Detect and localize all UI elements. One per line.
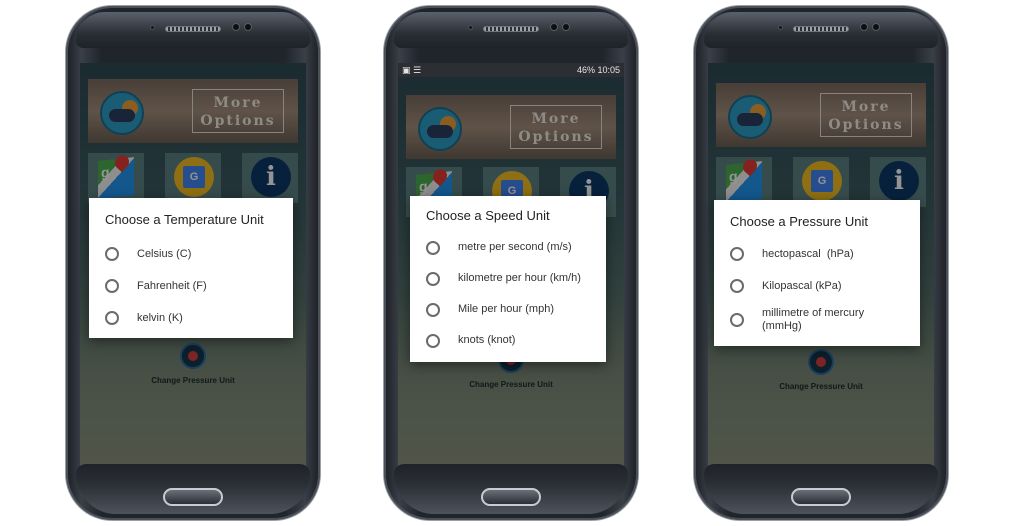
change-pressure-unit-label: Change Pressure Unit bbox=[779, 382, 863, 391]
speed-unit-dialog: Choose a Speed Unit metre per second (m/… bbox=[410, 196, 606, 362]
more-options-button[interactable]: More Options bbox=[192, 89, 284, 133]
radio-button[interactable] bbox=[730, 247, 744, 261]
google-maps-icon: g bbox=[98, 152, 134, 199]
dialog-title: Choose a Pressure Unit bbox=[730, 214, 869, 229]
more-options-button[interactable]: More Options bbox=[820, 93, 912, 137]
pressure-gauge-icon bbox=[180, 343, 206, 369]
front-camera bbox=[550, 23, 558, 31]
more-options-label-line1: More bbox=[531, 111, 581, 127]
phone-pressure: More Options g G i Change Pressure Unit … bbox=[694, 6, 948, 520]
front-sensor bbox=[562, 23, 570, 31]
option-label: kelvin (K) bbox=[137, 311, 183, 324]
temperature-unit-dialog: Choose a Temperature Unit Celsius (C) Fa… bbox=[89, 198, 293, 338]
radio-button[interactable] bbox=[105, 279, 119, 293]
front-sensor bbox=[244, 23, 252, 31]
proximity-sensor bbox=[778, 25, 783, 30]
home-button[interactable] bbox=[791, 488, 851, 506]
translate-icon: G bbox=[802, 161, 842, 201]
more-options-label-line1: More bbox=[213, 95, 263, 111]
option-label: kilometre per hour (km/h) bbox=[458, 272, 581, 284]
change-pressure-unit-label: Change Pressure Unit bbox=[151, 376, 235, 385]
option-metre-per-second[interactable]: metre per second (m/s) bbox=[410, 232, 606, 263]
earpiece-speaker bbox=[165, 26, 221, 32]
more-options-label-line2: Options bbox=[828, 117, 904, 133]
radio-button[interactable] bbox=[730, 313, 744, 327]
info-tile[interactable]: i bbox=[242, 153, 298, 203]
more-options-label-line2: Options bbox=[518, 129, 594, 145]
option-knots[interactable]: knots (knot) bbox=[410, 325, 606, 356]
proximity-sensor bbox=[150, 25, 155, 30]
radio-button[interactable] bbox=[105, 311, 119, 325]
radio-button[interactable] bbox=[426, 302, 440, 317]
radio-button[interactable] bbox=[105, 247, 119, 261]
home-button[interactable] bbox=[163, 488, 223, 506]
radio-button[interactable] bbox=[730, 279, 744, 293]
earpiece-speaker bbox=[793, 26, 849, 32]
option-kilopascal[interactable]: Kilopascal (kPa) bbox=[714, 270, 920, 302]
translate-tile[interactable]: G bbox=[165, 153, 221, 203]
status-battery-time: 46% 10:05 bbox=[576, 65, 620, 75]
more-options-label-line1: More bbox=[841, 99, 891, 115]
app-icon-row: g G i bbox=[88, 152, 298, 203]
more-options-button[interactable]: More Options bbox=[510, 105, 602, 149]
app-banner: More Options bbox=[406, 95, 616, 159]
pressure-unit-dialog: Choose a Pressure Unit hectopascal (hPa)… bbox=[714, 200, 920, 346]
option-fahrenheit[interactable]: Fahrenheit (F) bbox=[89, 270, 293, 302]
more-options-label-line2: Options bbox=[200, 113, 276, 129]
option-label: Fahrenheit (F) bbox=[137, 279, 207, 292]
change-pressure-unit-label: Change Pressure Unit bbox=[469, 380, 553, 389]
front-sensor bbox=[872, 23, 880, 31]
maps-tile[interactable]: g bbox=[88, 152, 144, 203]
weather-logo-icon bbox=[728, 95, 772, 139]
translate-icon: G bbox=[174, 157, 214, 197]
radio-button[interactable] bbox=[426, 333, 440, 348]
phone-temperature: More Options g G i Change Pressure Unit … bbox=[66, 6, 320, 520]
option-hectopascal[interactable]: hectopascal (hPa) bbox=[714, 238, 920, 270]
option-mile-per-hour[interactable]: Mile per hour (mph) bbox=[410, 294, 606, 325]
change-pressure-unit-button[interactable]: Change Pressure Unit bbox=[80, 343, 306, 385]
option-label: metre per second (m/s) bbox=[458, 241, 572, 253]
google-maps-icon: g bbox=[726, 156, 762, 203]
info-icon: i bbox=[879, 161, 919, 201]
option-label: hectopascal (hPa) bbox=[762, 247, 854, 260]
phone-speed: ▣ ☰ 46% 10:05 More Options g G i Change … bbox=[384, 6, 638, 520]
option-millimetre-of-mercury[interactable]: millimetre of mercury (mmHg) bbox=[714, 302, 920, 338]
dialog-title: Choose a Temperature Unit bbox=[105, 212, 264, 227]
option-kilometre-per-hour[interactable]: kilometre per hour (km/h) bbox=[410, 263, 606, 294]
home-button[interactable] bbox=[481, 488, 541, 506]
change-pressure-unit-button[interactable]: Change Pressure Unit bbox=[708, 349, 934, 391]
option-label: Kilopascal (kPa) bbox=[762, 279, 842, 292]
info-icon: i bbox=[251, 157, 291, 197]
radio-button[interactable] bbox=[426, 240, 440, 255]
pressure-gauge-icon bbox=[808, 349, 834, 375]
radio-button[interactable] bbox=[426, 271, 440, 286]
weather-logo-icon bbox=[418, 107, 462, 151]
front-camera bbox=[232, 23, 240, 31]
option-label: Mile per hour (mph) bbox=[458, 303, 554, 315]
weather-logo-icon bbox=[100, 91, 144, 135]
notification-icons: ▣ ☰ bbox=[402, 65, 422, 75]
app-banner: More Options bbox=[88, 79, 298, 143]
option-label: millimetre of mercury (mmHg) bbox=[762, 307, 865, 332]
status-bar: ▣ ☰ 46% 10:05 bbox=[398, 63, 624, 77]
option-kelvin[interactable]: kelvin (K) bbox=[89, 302, 293, 334]
dialog-title: Choose a Speed Unit bbox=[426, 208, 550, 223]
earpiece-speaker bbox=[483, 26, 539, 32]
option-label: Celsius (C) bbox=[137, 247, 192, 260]
front-camera bbox=[860, 23, 868, 31]
app-banner: More Options bbox=[716, 83, 926, 147]
option-celsius[interactable]: Celsius (C) bbox=[89, 238, 293, 270]
option-label: knots (knot) bbox=[458, 334, 516, 346]
proximity-sensor bbox=[468, 25, 473, 30]
